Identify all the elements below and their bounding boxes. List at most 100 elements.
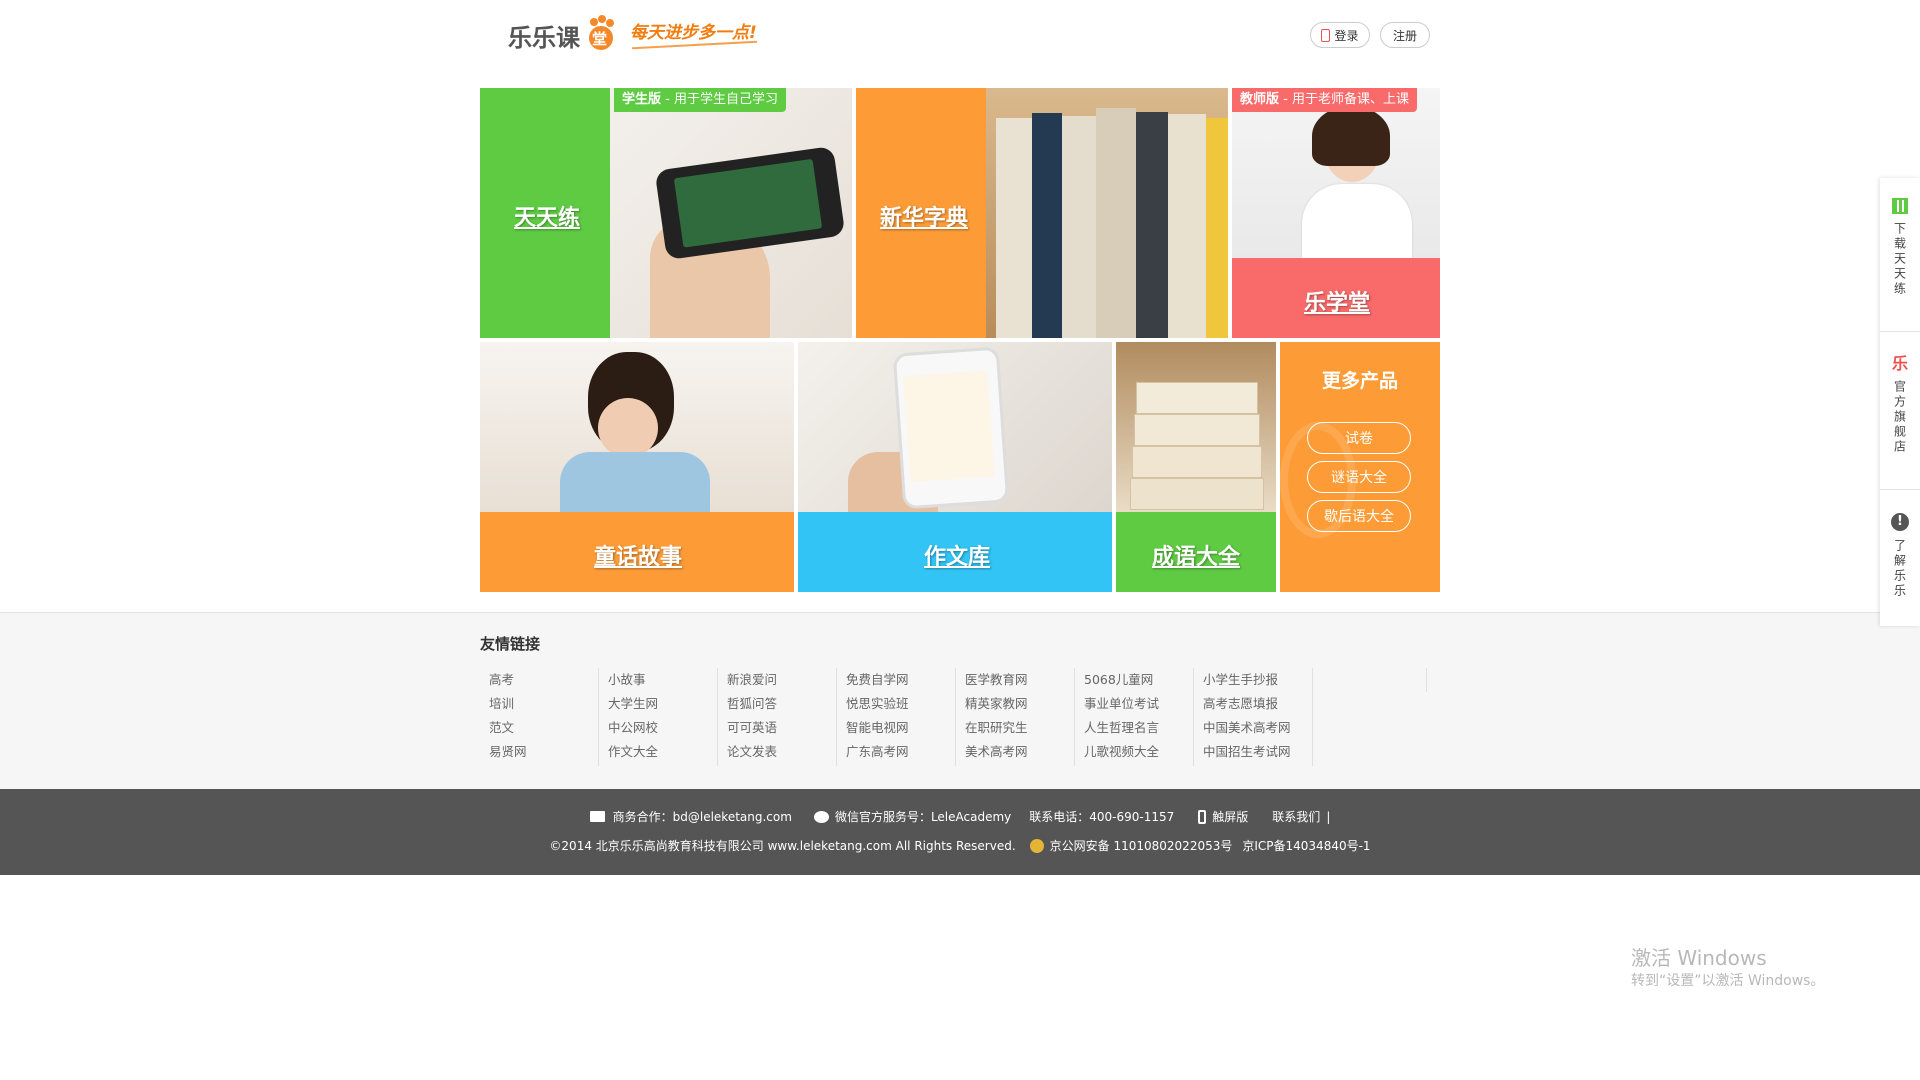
tile-zuowen-title: 作文库 — [924, 545, 991, 570]
police-badge-icon — [1029, 838, 1044, 853]
sidebar-store[interactable]: 乐 官方旗舰店 — [1880, 354, 1920, 456]
friend-link[interactable]: 广东高考网 — [837, 740, 955, 764]
links-column: 5068儿童网 事业单位考试 人生哲理名言 儿歌视频大全 — [1075, 668, 1194, 766]
tag-teacher: 教师版 - 用于老师备课、上课 — [1232, 88, 1417, 112]
footer-copyright: ©2014 北京乐乐高尚教育科技有限公司 www.leleketang.com … — [549, 839, 1016, 853]
footer-icp[interactable]: 京ICP备14034840号-1 — [1242, 837, 1370, 854]
friend-link[interactable]: 小故事 — [599, 668, 717, 692]
windows-activation-hint: 转到“设置”以激活 Windows。 — [1631, 973, 1825, 989]
sidebar-about[interactable]: ! 了解乐乐 — [1880, 513, 1920, 599]
friend-link[interactable]: 高考 — [480, 668, 598, 692]
more-link-miyu[interactable]: 谜语大全 — [1307, 461, 1411, 493]
tag-teacher-bold: 教师版 — [1240, 92, 1280, 107]
friend-link[interactable]: 培训 — [480, 692, 598, 716]
friend-link[interactable]: 儿歌视频大全 — [1075, 740, 1193, 764]
footer: 商务合作：bd@leleketang.com 微信官方服务号：LeleAcade… — [0, 789, 1920, 875]
friend-link[interactable]: 论文发表 — [718, 740, 836, 764]
sidebar-download[interactable]: 下载天天练 — [1880, 198, 1920, 297]
links-column: 小故事 大学生网 中公网校 作文大全 — [599, 668, 718, 766]
tile-lexuetang[interactable]: 教师版 - 用于老师备课、上课 乐学堂 — [1232, 88, 1440, 338]
footer-touch-link[interactable]: 触屏版 — [1212, 808, 1248, 825]
links-column: 免费自学网 悦思实验班 智能电视网 广东高考网 — [837, 668, 956, 766]
friend-link[interactable]: 新浪爱问 — [718, 668, 836, 692]
friend-link[interactable]: 易贤网 — [480, 740, 598, 764]
friend-link[interactable]: 大学生网 — [599, 692, 717, 716]
phone-icon — [1321, 28, 1331, 42]
tile-zuowen[interactable]: 作文库 — [798, 342, 1112, 592]
tile-tonghua[interactable]: 童话故事 — [480, 342, 794, 592]
links-title: 友情链接 — [480, 635, 541, 653]
friend-link[interactable]: 悦思实验班 — [837, 692, 955, 716]
links-column: 新浪爱问 哲狐问答 可可英语 论文发表 — [718, 668, 837, 766]
friend-link[interactable]: 医学教育网 — [956, 668, 1074, 692]
friend-link[interactable]: 哲狐问答 — [718, 692, 836, 716]
friend-link[interactable]: 高考志愿填报 — [1194, 692, 1312, 716]
sidebar-separator — [1880, 489, 1920, 490]
sidebar-store-label: 官方旗舰店 — [1892, 380, 1907, 455]
right-sidebar: 下载天天练 乐 官方旗舰店 ! 了解乐乐 — [1880, 178, 1920, 626]
friend-link[interactable]: 5068儿童网 — [1075, 668, 1193, 692]
footer-separator: | — [1326, 809, 1331, 824]
tile-tiantianlian-title: 天天练 — [514, 206, 581, 231]
mobile-icon — [1198, 809, 1207, 824]
phone-photo — [610, 88, 852, 338]
phone-essay-photo — [798, 342, 1112, 512]
teacher-photo — [1232, 88, 1440, 258]
links-column: 小学生手抄报 高考志愿填报 中国美术高考网 中国招生考试网 — [1194, 668, 1313, 766]
friend-link[interactable]: 范文 — [480, 716, 598, 740]
friend-link[interactable]: 可可英语 — [718, 716, 836, 740]
tag-student-bold: 学生版 — [622, 92, 662, 107]
friend-link[interactable]: 中公网校 — [599, 716, 717, 740]
slogan: 每天进步多一点! — [630, 23, 757, 43]
more-link-xiehouyu[interactable]: 歇后语大全 — [1307, 500, 1411, 532]
windows-activation-title: 激活 Windows — [1631, 946, 1767, 970]
footer-business: 商务合作：bd@leleketang.com — [612, 810, 792, 824]
tag-student: 学生版 - 用于学生自己学习 — [614, 88, 786, 112]
tile-xinhua-title: 新华字典 — [880, 206, 969, 231]
tag-teacher-text: - 用于老师备课、上课 — [1279, 92, 1409, 107]
tile-xinhua[interactable]: 新华字典 — [856, 88, 1228, 338]
friend-link[interactable]: 作文大全 — [599, 740, 717, 764]
footer-wechat: 微信官方服务号：LeleAcademy — [834, 810, 1012, 824]
tile-tiantianlian[interactable]: 天天练 学生版 - 用于学生自己学习 — [480, 88, 852, 338]
mail-icon — [589, 811, 605, 822]
qr-code-icon — [1892, 198, 1908, 214]
sidebar-separator — [1880, 331, 1920, 332]
friend-link[interactable]: 在职研究生 — [956, 716, 1074, 740]
tile-chengyu[interactable]: 成语大全 — [1116, 342, 1276, 592]
register-button[interactable]: 注册 — [1380, 22, 1430, 48]
info-icon: ! — [1891, 513, 1909, 531]
svg-text:堂: 堂 — [592, 30, 607, 48]
footer-phone: 联系电话：400-690-1157 — [1029, 810, 1175, 824]
sidebar-download-label: 下载天天练 — [1892, 222, 1907, 297]
wechat-icon — [813, 810, 829, 823]
more-products-title: 更多产品 — [1321, 370, 1398, 392]
links-divider — [1426, 668, 1427, 692]
tile-more-products: 更多产品 试卷 谜语大全 歇后语大全 — [1280, 342, 1440, 592]
sidebar-about-label: 了解乐乐 — [1892, 539, 1907, 599]
site-logo[interactable]: 乐乐课 堂 — [508, 12, 616, 58]
friend-link[interactable]: 智能电视网 — [837, 716, 955, 740]
friend-link[interactable]: 美术高考网 — [956, 740, 1074, 764]
phone-shape — [654, 145, 846, 261]
tile-tonghua-title: 童话故事 — [594, 545, 683, 570]
friend-link[interactable]: 中国美术高考网 — [1194, 716, 1312, 740]
store-logo-icon: 乐 — [1891, 354, 1908, 373]
friend-link[interactable]: 免费自学网 — [837, 668, 955, 692]
friend-link[interactable]: 事业单位考试 — [1075, 692, 1193, 716]
footer-contact-link[interactable]: 联系我们 — [1272, 808, 1320, 825]
links-column: 高考 培训 范文 易贤网 — [480, 668, 599, 766]
footer-police[interactable]: 京公网安备 11010802022053号 — [1050, 837, 1233, 854]
more-link-shijuan[interactable]: 试卷 — [1307, 422, 1411, 454]
login-button[interactable]: 登录 — [1310, 22, 1370, 48]
friend-link[interactable]: 小学生手抄报 — [1194, 668, 1312, 692]
tile-chengyu-title: 成语大全 — [1152, 545, 1241, 570]
register-label: 注册 — [1392, 28, 1417, 43]
login-label: 登录 — [1334, 28, 1359, 43]
friend-link[interactable]: 精英家教网 — [956, 692, 1074, 716]
tile-lexuetang-title: 乐学堂 — [1304, 291, 1371, 316]
friend-link[interactable]: 中国招生考试网 — [1194, 740, 1312, 764]
books-photo — [986, 88, 1228, 338]
tag-student-text: - 用于学生自己学习 — [661, 92, 778, 107]
friend-link[interactable]: 人生哲理名言 — [1075, 716, 1193, 740]
